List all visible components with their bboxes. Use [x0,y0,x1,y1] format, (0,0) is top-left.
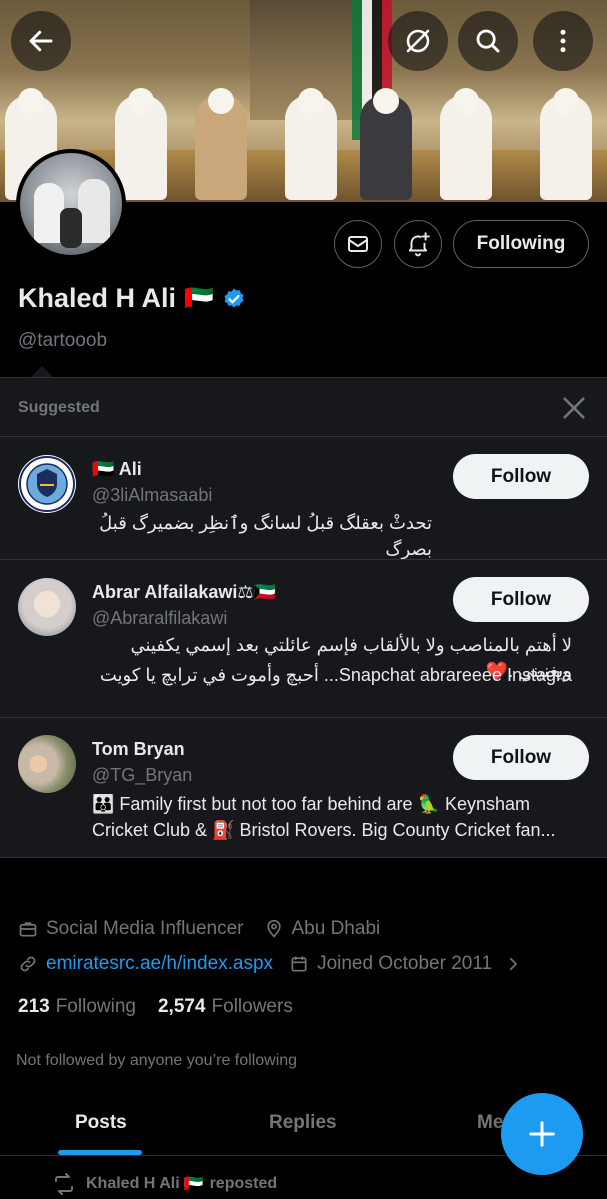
banner-figure-head [373,88,399,114]
location-pin-icon [266,919,281,938]
repost-icon [55,1173,73,1195]
envelope-icon [348,236,368,252]
following-count-link[interactable]: 213 Following [18,996,136,1018]
suggested-name[interactable]: Tom Bryan [92,739,185,760]
message-button[interactable] [334,220,382,268]
suggested-handle: @3liAlmasaabi [92,485,213,505]
uae-flag-icon: 🇦🇪 [184,285,214,312]
profile-handle: @tartooob [18,330,108,351]
suggested-name[interactable]: 🇦🇪 Ali [92,459,142,480]
followers-count: 2,574 [157,996,206,1017]
calendar-icon [291,956,307,972]
profile-joined: Joined October 2011 [317,953,493,974]
banner-figure-head [453,88,479,114]
profile-website-link[interactable]: emiratesrc.ae/h/index.aspx [46,953,273,975]
more-vertical-icon [560,29,566,53]
verified-badge-icon [224,288,244,307]
suggested-bio: Snapchat abrareeee Instagra... أحبچ وأمو… [99,665,572,685]
suggested-handle: @Abraralfilakawi [92,608,228,628]
search-button[interactable] [458,11,518,71]
followers-count-label: Followers [211,996,293,1017]
notify-button[interactable] [394,220,442,268]
profile-location: Abu Dhabi [291,918,381,939]
suggested-user[interactable]: Tom Bryan @TG_Bryan 👪 Family first but n… [0,717,607,859]
banner-figure-head [553,88,579,114]
follow-counts: 213 Following 2,574 Followers [18,996,293,1018]
profile-category: Social Media Influencer [46,918,244,939]
suggested-bio: Cricket Club & ⛽ Bristol Rovers. Big Cou… [92,820,556,840]
back-button[interactable] [11,11,71,71]
close-icon[interactable] [560,394,588,422]
suggested-handle: @TG_Bryan [92,765,193,785]
follow-button[interactable]: Follow [453,454,589,499]
suggested-avatar[interactable] [18,735,76,793]
briefcase-icon [19,922,37,937]
grok-icon [406,29,430,53]
tab-replies[interactable]: Replies [269,1112,337,1134]
tab-posts[interactable]: Posts [75,1112,127,1134]
tab-media[interactable]: Me [477,1112,503,1134]
chevron-right-icon[interactable] [504,955,522,973]
repost-label: reposted [209,1175,278,1192]
follow-button[interactable]: Follow [453,735,589,780]
profile-meta-row: Social Media Influencer Abu Dhabi [18,918,380,940]
compose-button[interactable] [501,1093,583,1175]
active-tab-indicator [58,1150,142,1155]
followers-count-link[interactable]: 2,574 Followers [158,996,293,1018]
mancity-crest-icon [19,456,75,512]
profile-avatar[interactable] [16,149,126,259]
suggested-user[interactable]: 🇦🇪 Ali @3liAlmasaabi تحدثْ بعقلگ قبلُ لس… [0,436,607,559]
banner-figure-head [298,88,324,114]
follow-button[interactable]: Follow [453,577,589,622]
back-arrow-icon [29,30,53,52]
following-button[interactable]: Following [453,220,589,268]
suggested-avatar[interactable] [18,578,76,636]
plus-icon [529,1121,555,1147]
suggested-name[interactable]: Abrar Alfailakawi⚖🇰🇼 [92,582,276,603]
avatar-figure [78,179,110,243]
banner-figure-head [18,88,44,114]
suggested-bio: 👪 Family first but not too far behind ar… [92,794,531,814]
following-count-label: Following [55,996,136,1017]
suggested-user[interactable]: Abrar Alfailakawi⚖🇰🇼 @Abraralfilakawi لا… [0,559,607,717]
not-followed-note: Not followed by anyone you’re following [16,1052,298,1069]
suggested-bio: تحدثْ بعقلگ قبلُ لسانگ وٱنظِر بضميرگ قبل… [99,513,432,559]
banner-figure-head [128,88,154,114]
link-icon [20,956,36,972]
repost-header: Khaled H Ali 🇦🇪 reposted [52,1172,277,1196]
suggested-title: Suggested [18,399,100,416]
profile-name: Khaled H Ali [18,283,177,313]
search-icon [476,29,500,53]
following-count: 213 [18,996,50,1017]
suggested-panel: Suggested 🇦🇪 Ali @3liAlmasaabi تحدثْ بعق… [0,377,607,858]
banner-figure-head [208,88,234,114]
profile-name-row: Khaled H Ali 🇦🇪 [18,283,246,314]
grok-button[interactable] [388,11,448,71]
profile-meta-row: emiratesrc.ae/h/index.aspx Joined Octobe… [18,953,522,975]
repost-user[interactable]: Khaled H Ali [86,1175,180,1193]
more-button[interactable] [533,11,593,71]
avatar-figure [60,208,82,248]
bell-plus-icon [408,232,430,257]
suggested-avatar[interactable] [18,455,76,513]
repost-flag: 🇦🇪 [183,1176,204,1193]
